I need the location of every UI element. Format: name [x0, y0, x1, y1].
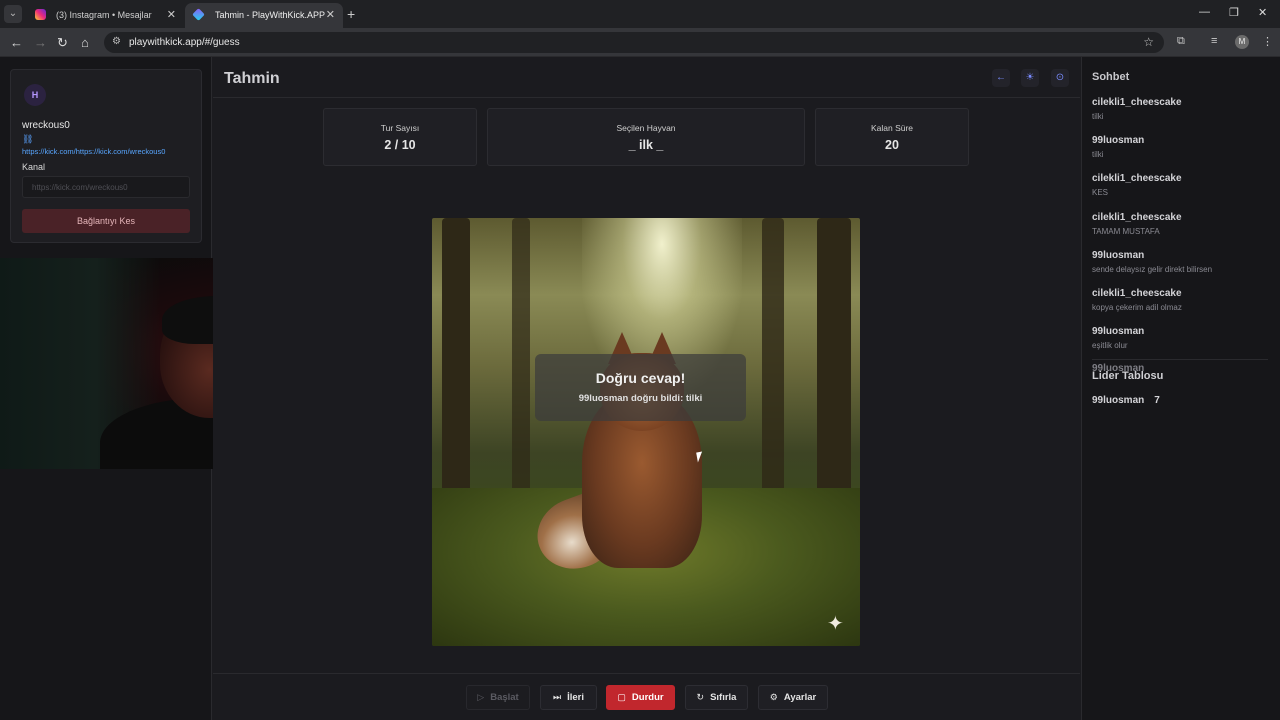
- chat-message: cilekli1_cheescake kopya çekerim adil ol…: [1092, 288, 1277, 326]
- playwithkick-icon: [192, 8, 205, 21]
- gear-icon: ⚙: [769, 692, 778, 702]
- skip-forward-icon: ⏭: [552, 692, 562, 702]
- kanal-input[interactable]: [22, 176, 190, 198]
- restore-button[interactable]: ❐: [1229, 6, 1239, 19]
- tab-title: Tahmin - PlayWithKick.APP: [215, 10, 326, 20]
- stat-time-left: Kalan Süre 20: [815, 108, 969, 166]
- site-info-icon[interactable]: ⚙: [112, 36, 121, 47]
- address-bar: ← → ↻ ⌂ ⚙ playwithkick.app/#/guess ☆ ⧉ ≡…: [0, 28, 1280, 57]
- stat-value: 20: [885, 138, 899, 152]
- settings-button[interactable]: ⚙ Ayarlar: [758, 685, 828, 710]
- leaderboard-row: 99luosman 7: [1092, 395, 1160, 406]
- start-label: Başlat: [490, 692, 519, 703]
- reset-button[interactable]: ↻ Sıfırla: [685, 685, 748, 710]
- close-icon[interactable]: ✕: [326, 8, 335, 21]
- minimize-button[interactable]: —: [1199, 6, 1210, 18]
- animal-image: ✦: [432, 218, 860, 646]
- disconnect-button[interactable]: Bağlantıyı Kes: [22, 209, 190, 233]
- close-window-button[interactable]: ✕: [1258, 6, 1267, 19]
- home-button[interactable]: ⌂: [81, 35, 89, 50]
- next-label: İleri: [567, 692, 584, 703]
- chat-username: 99luosman: [1092, 249, 1145, 261]
- chat-text: KES: [1092, 188, 1109, 198]
- leaderboard-score: 7: [1154, 395, 1160, 406]
- main-content: Tahmin ← ☀ ⊙ Tur Sayısı 2 / 10 Seçilen H…: [213, 57, 1080, 720]
- stop-label: Durdur: [631, 692, 664, 703]
- link-icon[interactable]: ⛓: [22, 134, 33, 145]
- chat-text: eşitlik olur: [1092, 341, 1128, 351]
- chat-text: tilki: [1092, 150, 1104, 160]
- extensions-icon[interactable]: ⧉: [1177, 35, 1185, 48]
- stop-icon: ▢: [617, 692, 626, 702]
- chat-message: 99luosman tilki: [1092, 135, 1277, 173]
- page-title: Tahmin: [224, 70, 280, 87]
- correct-answer-toast: Doğru cevap! 99luosman doğru bildi: tilk…: [535, 354, 746, 421]
- chat-text: sende delaysız gelir direkt bilirsen: [1092, 264, 1213, 274]
- url-field[interactable]: ⚙ playwithkick.app/#/guess ☆: [104, 32, 1164, 53]
- next-button[interactable]: ⏭ İleri: [540, 685, 597, 710]
- channel-link[interactable]: https://kick.com/https://kick.com/wrecko…: [22, 147, 165, 156]
- profile-avatar[interactable]: M: [1235, 35, 1249, 49]
- theme-sun-icon[interactable]: ☀: [1021, 69, 1039, 87]
- chat-username: cilekli1_cheescake: [1092, 287, 1182, 299]
- stat-value: 2 / 10: [384, 138, 416, 152]
- stat-label: Tur Sayısı: [380, 123, 420, 133]
- toast-message: 99luosman doğru bildi: tilki: [578, 393, 703, 404]
- bookmark-star-icon[interactable]: ☆: [1143, 35, 1154, 49]
- channel-username: wreckous0: [22, 120, 70, 131]
- kanal-label: Kanal: [22, 162, 46, 172]
- start-button[interactable]: ▷ Başlat: [466, 685, 530, 710]
- chat-list: cilekli1_cheescake tilki 99luosman tilki…: [1092, 97, 1277, 364]
- close-icon[interactable]: ✕: [167, 8, 176, 21]
- stop-button[interactable]: ▢ Durdur: [606, 685, 675, 710]
- divider: [1092, 359, 1268, 360]
- back-button[interactable]: ←: [10, 35, 23, 50]
- back-arrow-icon[interactable]: ←: [992, 69, 1010, 87]
- chat-title: Sohbet: [1092, 71, 1130, 83]
- chat-text: TAMAM MUSTAFA: [1092, 226, 1160, 236]
- channel-card: H wreckous0 ⛓ https://kick.com/https://k…: [10, 69, 202, 243]
- new-tab-button[interactable]: +: [347, 6, 355, 22]
- sparkle-icon: ✦: [827, 613, 844, 635]
- leaderboard-user: 99luosman: [1092, 395, 1145, 406]
- stat-round: Tur Sayısı 2 / 10: [323, 108, 477, 166]
- toast-title: Doğru cevap!: [595, 370, 686, 386]
- info-icon[interactable]: ⊙: [1051, 69, 1069, 87]
- chat-username: 99luosman: [1092, 326, 1145, 338]
- reset-label: Sıfırla: [710, 692, 737, 703]
- avatar: H: [24, 84, 46, 106]
- tab-instagram[interactable]: (3) Instagram • Mesajlar ✕: [26, 3, 184, 28]
- stat-label: Seçilen Hayvan: [616, 123, 676, 133]
- chat-message: 99luosman sende delaysız gelir direkt bi…: [1092, 250, 1277, 288]
- chat-message: cilekli1_cheescake KES: [1092, 173, 1277, 211]
- forward-button[interactable]: →: [34, 35, 47, 50]
- tab-strip: ⌄ (3) Instagram • Mesajlar ✕ Tahmin - Pl…: [0, 0, 1280, 28]
- tab-title: (3) Instagram • Mesajlar: [56, 10, 152, 20]
- stat-selected-animal: Seçilen Hayvan _ ilk _: [487, 108, 805, 166]
- chat-username: cilekli1_cheescake: [1092, 211, 1182, 223]
- tab-playwithkick[interactable]: Tahmin - PlayWithKick.APP ✕: [185, 3, 343, 28]
- media-control-icon[interactable]: ≡: [1211, 35, 1217, 47]
- settings-label: Ayarlar: [783, 692, 817, 703]
- chat-message: cilekli1_cheescake TAMAM MUSTAFA: [1092, 212, 1277, 250]
- chat-username: 99luosman: [1092, 135, 1145, 147]
- chat-username: cilekli1_cheescake: [1092, 173, 1182, 185]
- chat-message: cilekli1_cheescake tilki: [1092, 97, 1277, 135]
- browser-menu-icon[interactable]: ⋮: [1262, 35, 1273, 48]
- play-icon: ▷: [477, 692, 485, 702]
- chat-text: kopya çekerim adil olmaz: [1092, 302, 1182, 312]
- control-bar: ▷ Başlat ⏭ İleri ▢ Durdur ↻ Sıfırla ⚙ Ayarlar: [213, 673, 1080, 720]
- main-header: Tahmin ← ☀ ⊙: [213, 57, 1080, 98]
- chat-text: tilki: [1092, 112, 1104, 121]
- leaderboard-title: Lider Tablosu: [1092, 370, 1164, 382]
- right-sidebar: Sohbet cilekli1_cheescake tilki 99luosma…: [1081, 57, 1280, 720]
- reload-button[interactable]: ↻: [57, 35, 68, 51]
- stat-label: Kalan Süre: [870, 123, 914, 133]
- chat-username: cilekli1_cheescake: [1092, 97, 1182, 108]
- instagram-icon: [35, 9, 46, 20]
- url-text: playwithkick.app/#/guess: [129, 37, 240, 48]
- stat-value: _ ilk _: [628, 138, 664, 152]
- refresh-icon: ↻: [696, 692, 705, 702]
- tab-search-button[interactable]: ⌄: [4, 5, 22, 23]
